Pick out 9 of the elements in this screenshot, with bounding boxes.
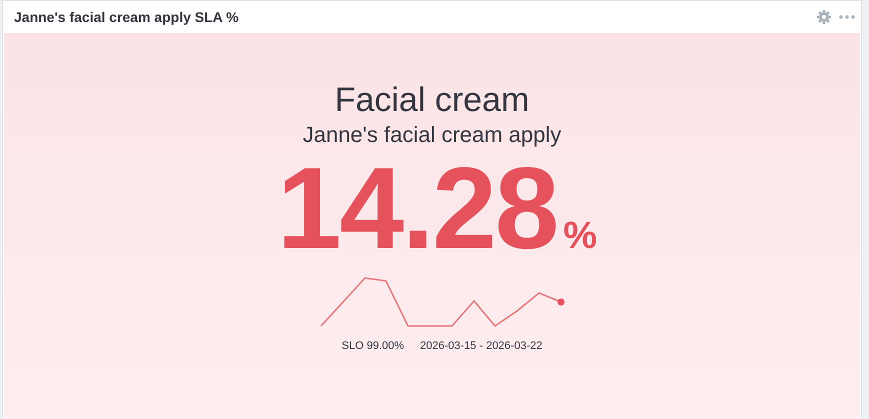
stat-title: Facial cream <box>334 80 530 120</box>
stat-value: 14.28 <box>276 152 558 264</box>
more-icon[interactable] <box>839 15 855 19</box>
slo-label: SLO 99.00% <box>342 340 404 352</box>
date-range: 2026-03-15 - 2026-03-22 <box>420 340 542 352</box>
panel-title: Janne's facial cream apply SLA % <box>14 9 239 25</box>
stat-subtitle: Janne's facial cream apply <box>302 122 562 148</box>
stat-unit: % <box>563 215 598 258</box>
settings-icon[interactable] <box>817 10 831 24</box>
